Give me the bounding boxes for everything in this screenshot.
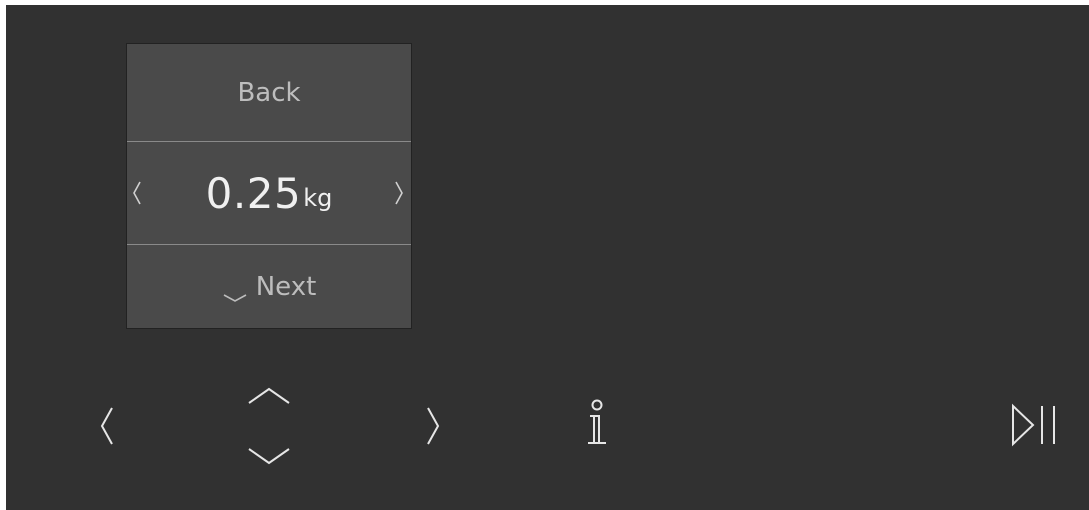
back-button[interactable]: Back xyxy=(127,44,411,141)
play-pause-icon[interactable] xyxy=(1010,403,1060,447)
increase-chevron-right-icon[interactable] xyxy=(393,179,405,207)
info-icon[interactable] xyxy=(584,399,610,449)
chevron-down-icon xyxy=(222,281,248,302)
decrease-chevron-left-icon[interactable] xyxy=(131,179,143,207)
next-label: Next xyxy=(255,272,317,302)
control-screen: Back 0.25 kg Next xyxy=(6,5,1089,510)
weight-setting-panel: Back 0.25 kg Next xyxy=(126,43,412,329)
chevron-right-icon[interactable] xyxy=(425,405,441,447)
chevron-up-icon[interactable] xyxy=(246,385,292,407)
weight-value: 0.25 xyxy=(205,168,302,218)
chevron-down-icon[interactable] xyxy=(246,445,292,467)
chevron-left-icon[interactable] xyxy=(99,405,115,447)
weight-unit: kg xyxy=(303,184,333,212)
next-button[interactable]: Next xyxy=(127,245,411,329)
weight-value-row: 0.25 kg xyxy=(127,142,411,244)
back-label: Back xyxy=(237,77,301,108)
